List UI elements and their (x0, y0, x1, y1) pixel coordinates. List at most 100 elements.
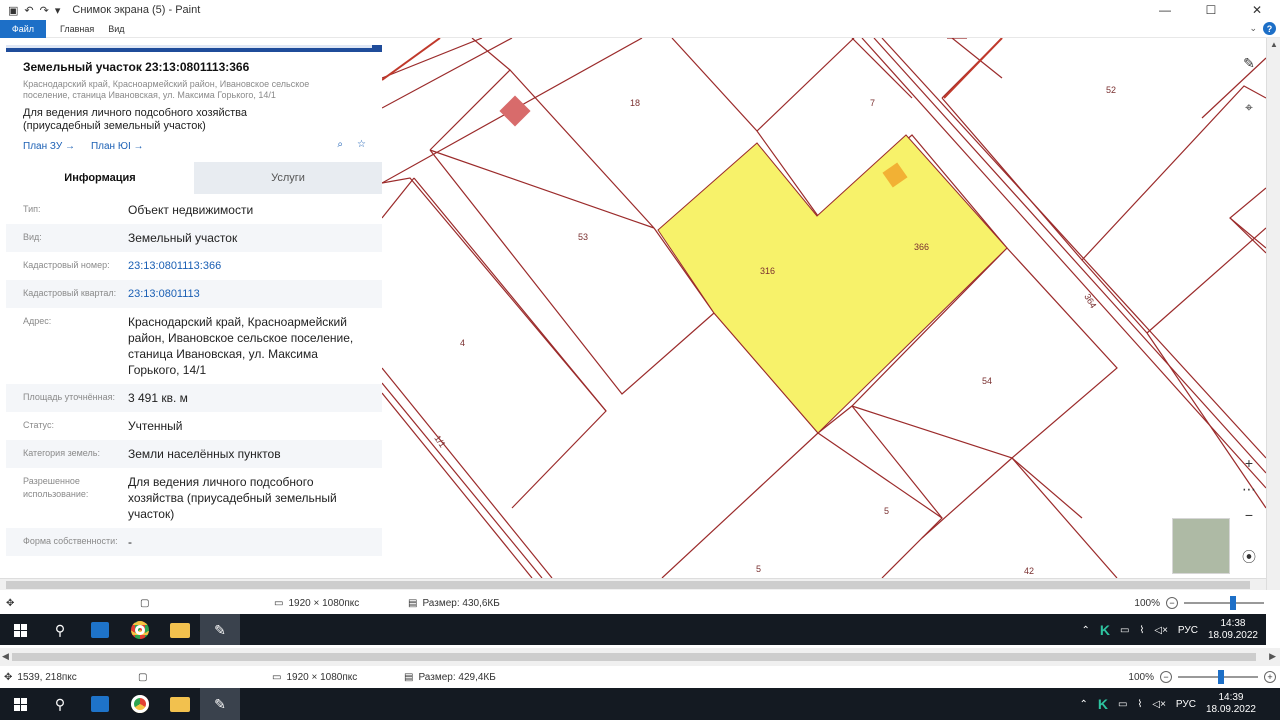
explorer-icon[interactable] (160, 688, 200, 720)
tab-view[interactable]: Вид (108, 24, 124, 34)
explorer-icon[interactable] (160, 614, 200, 646)
move-icon: ✥ (6, 597, 15, 609)
quick-access-toolbar: ▣ ↶ ↷ ▾ (0, 4, 60, 17)
cadastral-map[interactable]: 18 7 52 53 316 366 4 54 5 5 42 364 1/1 ✎… (381, 38, 1266, 578)
row-label: Площадь уточнённая: (23, 392, 115, 402)
redo-icon[interactable]: ↷ (40, 4, 49, 17)
tab-file[interactable]: Файл (0, 19, 46, 38)
inner-date: 18.09.2022 (1207, 630, 1258, 641)
start-button[interactable] (0, 688, 40, 720)
undo-icon[interactable]: ↶ (24, 4, 33, 17)
zoom-out-button[interactable]: − (1166, 597, 1178, 609)
parcel-label-366: 366 (914, 242, 929, 252)
parcel-label-316: 316 (760, 266, 775, 276)
network-icon[interactable]: ⌇ (1137, 699, 1142, 710)
row-value: Земли населённых пунктов (128, 447, 281, 461)
chrome-icon[interactable] (120, 688, 160, 720)
parcel-label-53: 53 (578, 232, 588, 242)
start-button[interactable] (0, 614, 40, 646)
file-icon: ▤ (404, 671, 414, 683)
map-layer-thumbnail[interactable] (1172, 518, 1230, 574)
minimize-icon[interactable]: — (1142, 0, 1188, 20)
battery-icon[interactable]: ▭ (1120, 625, 1129, 636)
ribbon: Файл Главная Вид ⌄ ? (0, 19, 1280, 38)
row-value: Объект недвижимости (128, 203, 254, 217)
inner-clock[interactable]: 14:38 18.09.2022 (1208, 618, 1258, 642)
outer-clock[interactable]: 14:39 18.09.2022 (1206, 692, 1256, 716)
building-marker-red[interactable] (499, 95, 531, 127)
tab-information[interactable]: Информация (6, 162, 194, 194)
info-row: Тип: Объект недвижимости (6, 196, 382, 224)
info-row: Статус: Учтенный (6, 412, 382, 440)
scroll-gap (1266, 590, 1280, 648)
save-icon[interactable]: ▣ (8, 4, 18, 17)
search-icon[interactable]: ⚲ (40, 688, 80, 720)
parcel-label-5a: 5 (884, 506, 889, 516)
maximize-icon[interactable]: ☐ (1188, 0, 1234, 20)
customize-icon[interactable]: ▾ (55, 4, 61, 17)
parcel-label-7: 7 (870, 98, 875, 108)
canvas-size-icon: ▭ (274, 597, 284, 609)
zoom-in-icon[interactable]: + (1238, 452, 1260, 474)
more-icon[interactable]: ⋯ (1238, 478, 1260, 500)
inner-filesize: ▤ Размер: 430,6КБ (408, 598, 500, 609)
chevron-up-icon[interactable]: ⌃ (1082, 625, 1090, 636)
outer-horizontal-scrollbar[interactable]: ◀ ▶ (0, 648, 1280, 666)
parcel-label-18: 18 (630, 98, 640, 108)
row-label: Вид: (23, 232, 42, 242)
outlook-icon[interactable] (80, 614, 120, 646)
parcel-label-4: 4 (460, 338, 465, 348)
chevron-up-icon[interactable]: ▲ (1270, 40, 1278, 49)
tab-home[interactable]: Главная (60, 24, 94, 34)
volume-icon[interactable]: ◁× (1152, 699, 1166, 710)
window-controls: — ☐ ✕ (1142, 0, 1280, 20)
outer-zoom-controls: 100% − + (1128, 670, 1276, 684)
row-value: - (128, 535, 132, 549)
selection-icon: ▢ (138, 671, 148, 683)
paint-taskbar-icon[interactable]: ✎ (200, 614, 240, 646)
kaspersky-icon[interactable]: K (1098, 696, 1108, 712)
chrome-icon[interactable] (120, 614, 160, 646)
row-label: Адрес: (23, 316, 52, 326)
tab-services[interactable]: Услуги (194, 162, 382, 194)
kaspersky-icon[interactable]: K (1100, 622, 1110, 638)
parcel-purpose: Для ведения личного подсобного хозяйства… (23, 107, 247, 132)
ruler-icon[interactable]: ✎ (1238, 52, 1260, 74)
chevron-right-icon[interactable]: ▶ (1269, 651, 1276, 662)
row-label: Разрешенное использование: (23, 476, 89, 499)
chevron-up-icon[interactable]: ⌃ (1080, 699, 1088, 710)
help-icon[interactable]: ? (1263, 22, 1276, 35)
outer-lang[interactable]: РУС (1176, 699, 1196, 710)
close-icon[interactable]: ✕ (1234, 0, 1280, 20)
inner-horizontal-scrollbar[interactable] (0, 578, 1266, 590)
pin-icon[interactable]: ⦿ (1238, 546, 1260, 568)
outer-system-tray: ⌃ K ▭ ⌇ ◁× РУС 14:39 18.09.2022 (1080, 692, 1272, 716)
zoom-in-button[interactable]: + (1264, 671, 1276, 683)
network-icon[interactable]: ⌇ (1139, 625, 1144, 636)
outlook-icon[interactable] (80, 688, 120, 720)
locate-icon[interactable]: ⌖ (1238, 96, 1260, 118)
volume-icon[interactable]: ◁× (1154, 625, 1168, 636)
highlighted-parcel[interactable] (657, 134, 1008, 434)
battery-icon[interactable]: ▭ (1118, 699, 1127, 710)
plan-zu-link[interactable]: План ЗУ → (23, 141, 75, 152)
star-icon[interactable]: ☆ (357, 139, 366, 150)
search-icon[interactable]: ⚲ (40, 614, 80, 646)
vertical-scrollbar[interactable]: ▲ (1266, 38, 1280, 590)
cadastral-number-link[interactable]: 23:13:0801113:366 (128, 258, 382, 274)
search-doc-icon[interactable]: ⌕ (337, 139, 343, 150)
paint-canvas[interactable]: 18 7 52 53 316 366 4 54 5 5 42 364 1/1 ✎… (0, 38, 1266, 578)
row-label: Статус: (23, 420, 54, 430)
cadastral-quarter-link[interactable]: 23:13:0801113 (128, 286, 382, 302)
plan-ok-link[interactable]: План ЮI → (91, 141, 144, 152)
zoom-out-icon[interactable]: − (1238, 504, 1260, 526)
chevron-left-icon[interactable]: ◀ (2, 651, 9, 662)
paint-taskbar-icon[interactable]: ✎ (200, 688, 240, 720)
selection-icon: ▢ (140, 597, 150, 609)
outer-zoom-slider[interactable] (1178, 670, 1258, 684)
inner-zoom-slider[interactable] (1184, 596, 1264, 610)
inner-lang[interactable]: РУС (1178, 625, 1198, 636)
zoom-out-button[interactable]: − (1160, 671, 1172, 683)
outer-coords: ✥ 1539, 218пкс (4, 672, 77, 683)
chevron-down-icon[interactable]: ⌄ (1249, 23, 1257, 34)
